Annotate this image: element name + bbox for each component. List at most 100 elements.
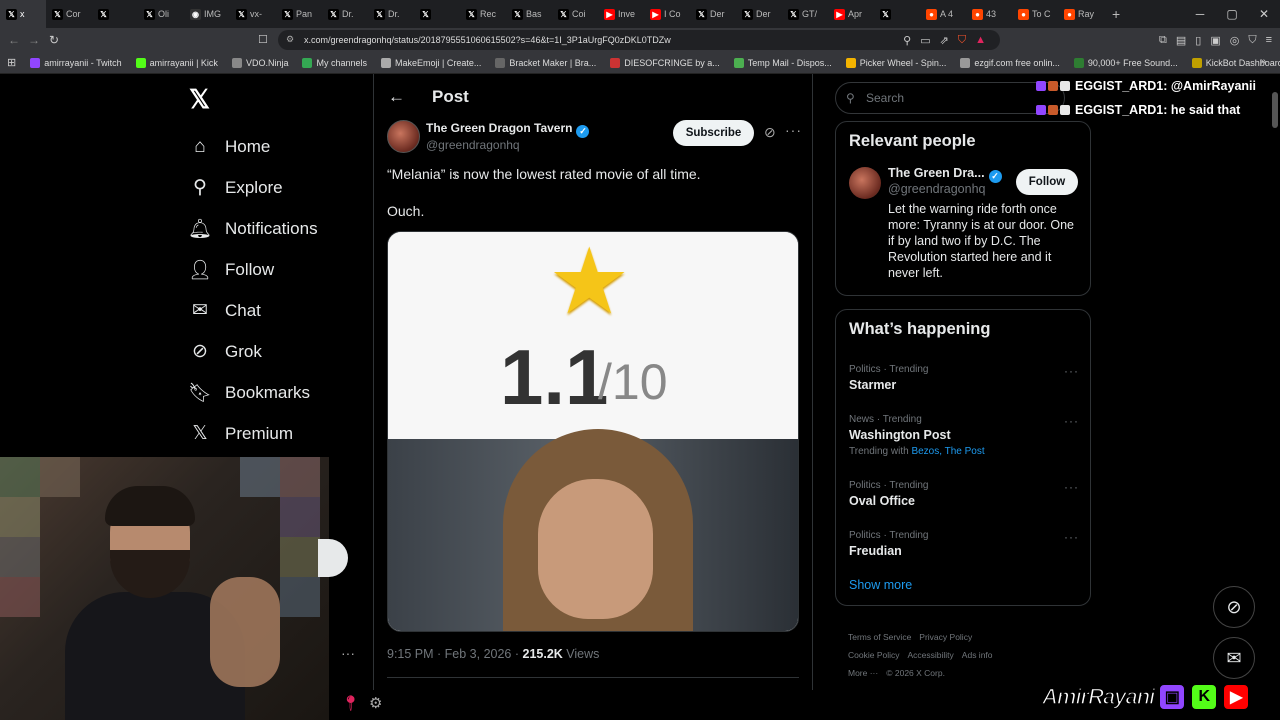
browser-tab[interactable]: 𝕏 GT/ — [782, 0, 828, 28]
maximize-icon[interactable]: ▢ — [1216, 7, 1248, 21]
nav-item-grok[interactable]: ⊘ Grok — [185, 331, 365, 372]
x-logo-icon[interactable]: 𝕏 — [189, 84, 365, 114]
search-input[interactable]: ⚲ Search — [835, 82, 1065, 114]
trend-item[interactable]: Politics · Trending Freudian ··· — [849, 530, 1079, 558]
footer-link[interactable]: Terms of Service — [848, 632, 911, 642]
overlay-scroll-control[interactable] — [318, 539, 348, 577]
browser-tab[interactable]: ● Ray — [1058, 0, 1104, 28]
minimize-icon[interactable]: ─ — [1184, 7, 1216, 21]
back-arrow-icon[interactable]: ← — [388, 87, 432, 107]
more-options-icon[interactable]: ··· — [1064, 364, 1079, 378]
grok-icon[interactable]: ⊘ — [764, 124, 776, 141]
nav-item-chat[interactable]: ✉ Chat — [185, 290, 365, 331]
more-options-icon[interactable]: ··· — [1064, 530, 1079, 544]
tab-search-icon[interactable]: ▤ — [1176, 34, 1186, 47]
browser-tab[interactable]: ▶ Inve — [598, 0, 644, 28]
author-avatar[interactable] — [387, 120, 420, 153]
grok-float-icon[interactable]: ⊘ — [1213, 586, 1255, 628]
footer-link[interactable]: Ads info — [962, 650, 993, 660]
person-name[interactable]: The Green Dra... — [888, 166, 985, 180]
bookmarks-overflow-icon[interactable]: » — [1260, 56, 1266, 67]
browser-tab[interactable]: ● 43 — [966, 0, 1012, 28]
bookmark-item[interactable]: My channels — [295, 57, 374, 68]
person-avatar[interactable] — [849, 167, 881, 199]
back-nav-icon[interactable]: ← — [4, 33, 24, 47]
browser-tab[interactable]: 𝕏 Cor — [46, 0, 92, 28]
timestamp-text[interactable]: 9:15 PM · Feb 3, 2026 · — [387, 647, 523, 661]
new-tab-icon[interactable]: + — [1104, 6, 1128, 22]
follow-button[interactable]: Follow — [1016, 169, 1078, 195]
browser-tab[interactable]: 𝕏 — [874, 0, 920, 28]
nav-item-premium[interactable]: 𝕏 Premium — [185, 413, 365, 454]
site-info-icon[interactable]: ⚙ — [286, 34, 294, 45]
zoom-icon[interactable]: ⚲ — [903, 34, 911, 47]
nav-item-home[interactable]: ⌂ Home — [185, 126, 365, 167]
bookmark-item[interactable]: amirrayanii - Twitch — [23, 57, 128, 68]
bookmark-item[interactable]: DIESOFCRINGE by a... — [603, 57, 727, 68]
browser-tab[interactable]: 𝕏vx- — [230, 0, 276, 28]
trend-with-links[interactable]: Bezos, The Post — [911, 446, 984, 457]
brave-shield-icon[interactable]: ⛉ — [958, 34, 966, 47]
trend-item[interactable]: Politics · Trending Oval Office ··· — [849, 480, 1079, 508]
bookmark-item[interactable]: Temp Mail - Dispos... — [727, 57, 839, 68]
browser-tab[interactable]: 𝕏 — [92, 0, 138, 28]
wallet-icon[interactable]: ▣ — [1210, 34, 1220, 47]
browser-tab[interactable]: 𝕏 Bas — [506, 0, 552, 28]
bookmark-item[interactable]: Picker Wheel - Spin... — [839, 57, 954, 68]
nav-item-follow[interactable]: 👤︎ Follow — [185, 249, 365, 290]
browser-tab[interactable]: 𝕏 Oli — [138, 0, 184, 28]
trend-item[interactable]: Politics · Trending Starmer ··· — [849, 364, 1079, 392]
apps-grid-icon[interactable]: ⊞ — [0, 56, 23, 69]
browser-tab[interactable]: 𝕏 Rec — [460, 0, 506, 28]
bookmark-item[interactable]: Bracket Maker | Bra... — [488, 57, 603, 68]
author-name[interactable]: The Green Dragon Tavern — [426, 121, 572, 135]
bookmark-item[interactable]: ezgif.com free onlin... — [953, 57, 1067, 68]
person-name-row[interactable]: The Green Dra... ✓ — [888, 166, 1002, 183]
footer-link[interactable]: Accessibility — [908, 650, 954, 660]
footer-link[interactable]: More ··· — [848, 668, 878, 678]
author-name-row[interactable]: The Green Dragon Tavern ✓ — [426, 121, 590, 138]
author-handle[interactable]: @greendragonhq — [426, 138, 520, 152]
browser-tab[interactable]: 𝕏 Dr. — [322, 0, 368, 28]
more-options-icon[interactable]: ··· — [1064, 414, 1079, 428]
bookmark-item[interactable]: VDO.Ninja — [225, 57, 296, 68]
nav-item-explore[interactable]: ⚲ Explore — [185, 167, 365, 208]
share-icon[interactable]: ⇗ — [940, 34, 949, 47]
menu-icon[interactable]: ≡ — [1266, 34, 1272, 46]
browser-tab[interactable]: ◉ IMG — [184, 0, 230, 28]
browser-tab[interactable]: ▶ Apr — [828, 0, 874, 28]
browser-tab[interactable]: 𝕏 Der — [736, 0, 782, 28]
close-window-icon[interactable]: ✕ — [1248, 7, 1280, 21]
post-media[interactable]: ★ 1.1 /10 — [387, 231, 799, 632]
browser-tab[interactable]: 𝕏 Coi — [552, 0, 598, 28]
browser-tab[interactable]: 𝕏 Der — [690, 0, 736, 28]
footer-link[interactable]: © 2026 X Corp. — [886, 668, 945, 678]
forward-nav-icon[interactable]: → — [24, 33, 44, 47]
nav-item-notifications[interactable]: 🔔︎ Notifications — [185, 208, 365, 249]
person-handle[interactable]: @greendragonhq — [888, 182, 986, 196]
reload-icon[interactable]: ↻ — [44, 33, 64, 47]
page-scrollbar[interactable] — [1272, 92, 1278, 128]
footer-link[interactable]: Cookie Policy — [848, 650, 900, 660]
bookmark-item[interactable]: 90,000+ Free Sound... — [1067, 57, 1185, 68]
subscribe-button[interactable]: Subscribe — [673, 120, 754, 146]
messages-float-icon[interactable]: ✉ — [1213, 637, 1255, 679]
trend-item[interactable]: News · Trending Washington Post Trending w… — [849, 414, 1079, 457]
bookmark-page-icon[interactable]: ☐ — [258, 33, 268, 46]
more-options-icon[interactable]: ··· — [1064, 480, 1079, 494]
brave-rewards-icon[interactable]: ▲ — [975, 34, 986, 46]
bookmark-item[interactable]: MakeEmoji | Create... — [374, 57, 488, 68]
cast-icon[interactable]: ▭ — [920, 34, 930, 47]
url-input[interactable]: ⚙ x.com/greendragonhq/status/20187955510… — [278, 30, 1000, 50]
browser-tab[interactable]: 𝕏 Pan — [276, 0, 322, 28]
browser-tab[interactable]: 𝕏 Dr. — [368, 0, 414, 28]
browser-tab[interactable]: 𝕏 — [414, 0, 460, 28]
browser-tab[interactable]: ▶ I Co — [644, 0, 690, 28]
shield-icon[interactable]: ⛉ — [1248, 34, 1256, 47]
extensions-icon[interactable]: ⧉ — [1159, 34, 1167, 47]
more-options-icon[interactable]: ··· — [341, 645, 355, 661]
nav-item-bookmarks[interactable]: 🔖︎ Bookmarks — [185, 372, 365, 413]
browser-tab[interactable]: ● A 4 — [920, 0, 966, 28]
sidebar-toggle-icon[interactable]: ▯ — [1195, 34, 1201, 47]
more-options-icon[interactable]: ··· — [785, 122, 802, 138]
